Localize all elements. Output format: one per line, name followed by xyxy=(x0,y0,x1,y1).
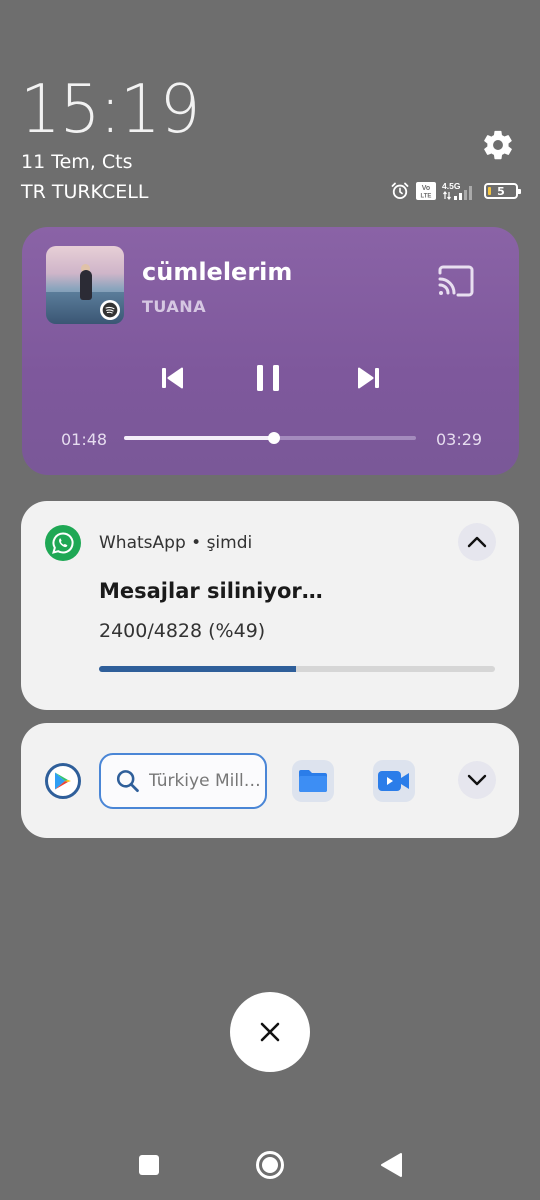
back-icon[interactable] xyxy=(376,1150,406,1180)
date: 11 Tem, Cts xyxy=(21,151,133,173)
notification-progress-text: 2400/4828 (%49) xyxy=(99,620,266,642)
spotify-icon xyxy=(100,300,120,320)
seek-bar[interactable] xyxy=(124,432,416,444)
seek-bar-fill xyxy=(124,436,275,440)
clock: 15:19 xyxy=(20,71,200,149)
collapse-button[interactable] xyxy=(458,523,496,561)
notification-app-label: WhatsApp • şimdi xyxy=(99,533,253,553)
chevron-down-icon xyxy=(467,774,487,786)
svg-text:4.5G: 4.5G xyxy=(442,181,461,191)
svg-text:LTE: LTE xyxy=(421,194,432,200)
song-title: cümlelerim xyxy=(142,258,293,286)
status-bar-icons: Vo LTE 4.5G 5 xyxy=(390,180,521,202)
notification-progress-bar xyxy=(99,666,495,672)
svg-text:Vo: Vo xyxy=(422,185,430,192)
total-duration: 03:29 xyxy=(436,430,483,449)
battery-icon: 5 xyxy=(484,183,521,199)
google-play-icon[interactable] xyxy=(45,763,81,799)
clear-notifications-button[interactable] xyxy=(230,992,310,1072)
search-icon xyxy=(116,770,139,793)
previous-icon[interactable] xyxy=(158,363,188,393)
signal-icon: 4.5G xyxy=(442,181,472,200)
whatsapp-icon xyxy=(45,525,81,561)
search-input[interactable]: Türkiye Mill… xyxy=(99,753,267,809)
seek-bar-handle[interactable] xyxy=(268,432,281,444)
cast-icon[interactable] xyxy=(436,265,476,297)
home-icon[interactable] xyxy=(255,1150,285,1180)
search-widget-card: Türkiye Mill… xyxy=(21,723,519,838)
notification-title: Mesajlar siliniyor… xyxy=(99,579,323,603)
chevron-up-icon xyxy=(467,536,487,548)
next-icon[interactable] xyxy=(353,363,383,393)
video-icon[interactable] xyxy=(373,760,415,802)
recents-icon[interactable] xyxy=(134,1150,164,1180)
artist-name: TUANA xyxy=(142,297,207,316)
carrier-name: TR TURKCELL xyxy=(21,181,149,203)
battery-level: 5 xyxy=(497,184,505,198)
elapsed-time: 01:48 xyxy=(61,430,108,449)
close-icon xyxy=(260,1022,280,1042)
expand-button[interactable] xyxy=(458,761,496,799)
album-art[interactable] xyxy=(46,246,124,324)
whatsapp-notification[interactable]: WhatsApp • şimdi Mesajlar siliniyor… 240… xyxy=(21,501,519,710)
folder-icon[interactable] xyxy=(292,760,334,802)
alarm-icon xyxy=(391,182,409,199)
pause-icon[interactable] xyxy=(254,363,284,393)
media-player-card[interactable]: cümlelerim TUANA 01:48 03:29 xyxy=(22,227,519,475)
volte-icon: Vo LTE xyxy=(416,182,436,200)
notification-progress-fill xyxy=(99,666,296,672)
search-placeholder: Türkiye Mill… xyxy=(148,771,261,791)
gear-icon[interactable] xyxy=(481,128,515,162)
